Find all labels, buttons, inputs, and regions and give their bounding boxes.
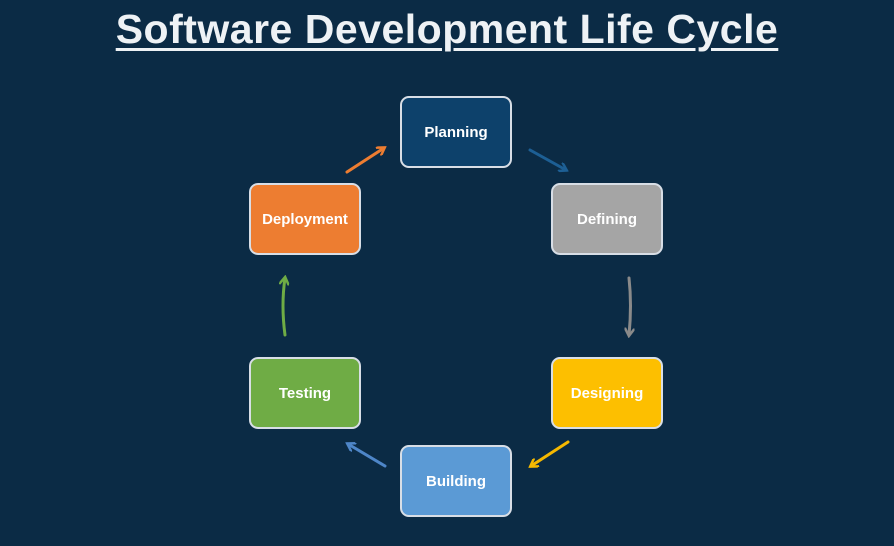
arrow-building-to-testing xyxy=(348,444,387,468)
arrow-planning-to-defining xyxy=(528,148,566,170)
arrow-designing-to-building xyxy=(531,440,570,466)
arrow-defining-to-designing xyxy=(629,276,631,335)
arrow-testing-to-deployment xyxy=(283,278,285,337)
arrow-deployment-to-planning xyxy=(345,148,384,174)
cycle-arrows xyxy=(0,0,894,546)
